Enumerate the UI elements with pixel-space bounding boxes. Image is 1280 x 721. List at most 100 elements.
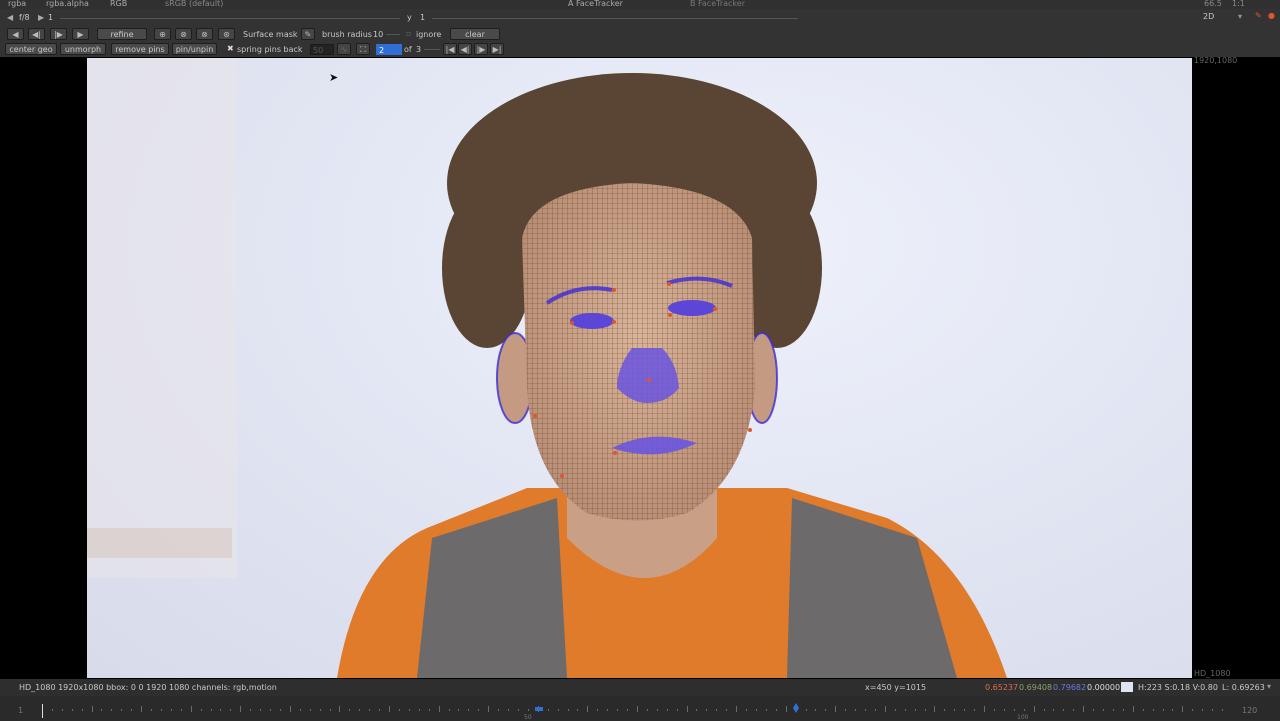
timeline-tick <box>379 709 381 711</box>
timeline-tick <box>468 709 470 711</box>
spring-value-field[interactable]: 50 <box>310 44 334 55</box>
lock-icon[interactable]: ● <box>1268 12 1275 20</box>
frame-right-arrow-icon[interactable]: ▶ <box>38 14 44 22</box>
y-slider[interactable] <box>432 18 798 19</box>
pick-color-icon[interactable]: ✎ <box>1255 12 1262 20</box>
view-mode-dropdown-icon[interactable]: ▾ <box>1238 13 1242 21</box>
facetracker-toolbar-2: center geo unmorph remove pins pin/unpin… <box>0 42 1280 58</box>
expand-icon[interactable]: ⛶ <box>356 43 370 55</box>
input-b-select[interactable]: B FaceTracker <box>690 0 745 8</box>
pin-unpin-button[interactable]: pin/unpin <box>172 43 217 55</box>
prev-key-icon[interactable]: ◀| <box>458 43 472 55</box>
step-forward-icon[interactable]: ▶ <box>72 28 89 40</box>
timeline-tick <box>855 709 857 711</box>
colorspace-select[interactable]: sRGB (default) <box>165 0 223 8</box>
timeline-tick <box>587 706 589 712</box>
timeline-tick <box>924 709 926 711</box>
brush-radius-value[interactable]: 10 <box>373 31 383 39</box>
view-mode-select[interactable]: 2D <box>1203 13 1214 21</box>
timeline-tick <box>81 709 83 711</box>
first-key-icon[interactable]: |◀ <box>443 43 457 55</box>
timeline-tick <box>200 709 202 711</box>
timeline-tick <box>686 706 688 712</box>
timeline-tick <box>61 709 63 711</box>
refine-keyframe-icon[interactable]: ⊛ <box>218 28 235 40</box>
timeline-tick <box>180 709 182 711</box>
channel-a-select[interactable]: rgba <box>8 0 26 8</box>
status-dropdown-icon[interactable]: ▾ <box>1267 683 1271 691</box>
spring-curve-icon[interactable]: ∿ <box>337 43 351 55</box>
timeline-tick <box>1222 709 1223 711</box>
timeline-tick <box>934 706 936 712</box>
timeline-tick <box>825 709 827 711</box>
timeline-tick <box>1162 709 1164 711</box>
timeline-tick <box>597 709 599 711</box>
brush-radius-slider[interactable] <box>386 34 400 35</box>
timeline-tick <box>418 709 420 711</box>
next-key-icon[interactable]: |▶ <box>474 43 488 55</box>
timeline-tick <box>1182 706 1184 712</box>
add-keyframe-icon[interactable]: ⊕ <box>154 28 171 40</box>
timeline-tick <box>636 706 638 712</box>
viewer-frame-row: ◀ f/8 ▶ 1 y 1 2D ▾ ✎ ● <box>0 9 1280 28</box>
remove-keyframe-icon[interactable]: ⊗ <box>175 28 192 40</box>
of-label: of <box>404 45 412 54</box>
mouse-cursor-icon: ➤ <box>329 71 339 84</box>
viewer[interactable]: 1920,1080 HD_1080 ➤ <box>0 57 1280 679</box>
timeline-tick <box>498 709 500 711</box>
last-key-icon[interactable]: ▶| <box>490 43 504 55</box>
timeline-tick <box>1172 709 1174 711</box>
keyframe-index-field[interactable]: 2 <box>376 44 402 55</box>
timeline-tick <box>438 706 440 712</box>
frame-value[interactable]: 1 <box>48 14 53 22</box>
timeline-tick <box>1043 709 1045 711</box>
fstop-left-arrow-icon[interactable]: ◀ <box>7 14 13 22</box>
y-value[interactable]: 1 <box>420 14 425 22</box>
timeline-tick <box>1212 709 1214 711</box>
timeline-tick <box>746 709 748 711</box>
clear-button[interactable]: clear <box>450 28 500 40</box>
timeline[interactable]: 1 50 100 120 <box>0 696 1280 721</box>
timeline-tick <box>1103 709 1104 711</box>
brush-icon[interactable]: ✎ <box>301 28 315 40</box>
remove-pins-button[interactable]: remove pins <box>111 43 169 55</box>
timeline-tick <box>646 709 648 711</box>
timeline-tick <box>1083 706 1085 712</box>
surface-mask-label[interactable]: Surface mask <box>243 31 298 39</box>
timeline-tick <box>478 709 480 711</box>
timeline-ruler[interactable] <box>42 706 1223 714</box>
fstop-readout[interactable]: f/8 <box>19 14 30 22</box>
frame-slider[interactable] <box>60 18 400 19</box>
track-forward-icon[interactable]: |▶ <box>50 28 67 40</box>
timeline-tick <box>984 706 986 712</box>
center-geo-button[interactable]: center geo <box>5 43 57 55</box>
timeline-tick <box>676 709 678 711</box>
keyframe-marker[interactable] <box>535 707 543 711</box>
pixel-coords: x=450 y=1015 <box>865 683 927 692</box>
keyframe-slider[interactable] <box>424 49 440 50</box>
pixel-alpha: 0.00000 <box>1087 683 1121 692</box>
display-channel-select[interactable]: RGB <box>110 0 127 8</box>
timeline-tick <box>557 709 559 711</box>
proxy-readout[interactable]: 1:1 <box>1232 0 1245 8</box>
timeline-tick <box>319 709 321 711</box>
ignore-checkbox[interactable]: ▫ <box>406 30 411 38</box>
zoom-readout[interactable]: 66.5 <box>1204 0 1222 8</box>
playhead[interactable] <box>42 704 43 718</box>
unmorph-button[interactable]: unmorph <box>60 43 106 55</box>
refine-button[interactable]: refine <box>97 28 147 40</box>
clear-keyframes-icon[interactable]: ⊗ <box>196 28 213 40</box>
step-back-icon[interactable]: ◀ <box>7 28 24 40</box>
timeline-tick <box>617 709 619 711</box>
viewer-image[interactable] <box>87 58 1192 678</box>
timeline-tick <box>408 709 410 711</box>
timeline-tick <box>151 709 153 711</box>
timeline-tick <box>101 709 103 711</box>
timeline-tick <box>369 709 371 711</box>
timeline-tick <box>964 709 966 711</box>
channel-b-select[interactable]: rgba.alpha <box>46 0 89 8</box>
track-backward-icon[interactable]: ◀| <box>28 28 45 40</box>
timeline-tick <box>1053 709 1055 711</box>
input-a-select[interactable]: A FaceTracker <box>568 0 623 8</box>
spring-pins-checkbox-icon[interactable]: ✖ <box>227 45 234 53</box>
